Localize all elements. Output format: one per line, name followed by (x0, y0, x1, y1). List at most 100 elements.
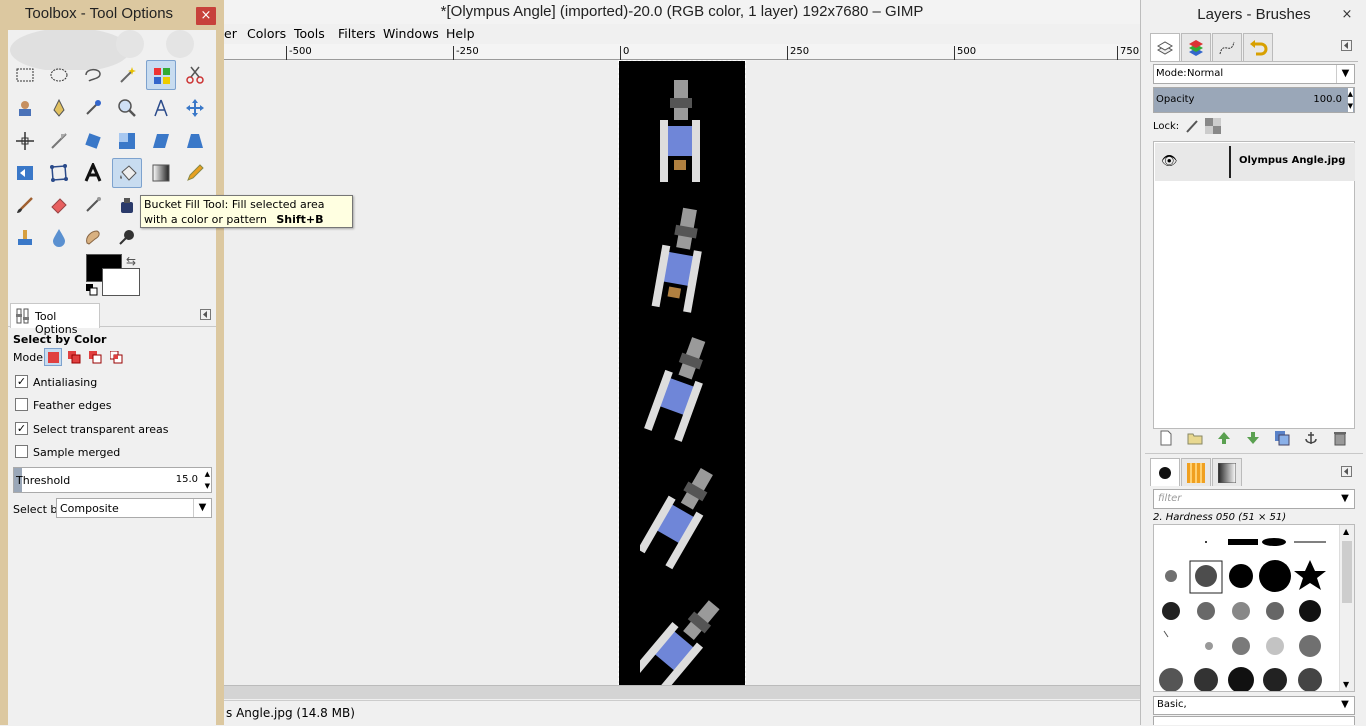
crop-tool[interactable] (44, 126, 74, 156)
free-select-tool[interactable] (78, 60, 108, 90)
tab-undo-history[interactable] (1243, 33, 1273, 61)
foreground-select-tool[interactable] (10, 93, 40, 123)
tab-tool-options[interactable]: Tool Options (10, 303, 100, 336)
spin-up-icon[interactable]: ▲ (1347, 88, 1353, 100)
background-color-swatch[interactable] (102, 268, 140, 296)
ruler-tick: -500 (286, 46, 312, 60)
mode-replace-button[interactable] (44, 348, 62, 366)
text-tool[interactable] (78, 158, 108, 188)
opacity-spinner[interactable]: Opacity 100.0 ▲ ▼ (1153, 87, 1355, 113)
layer-mode-combo[interactable]: Mode: Normal ▼ (1153, 64, 1355, 84)
ellipse-select-tool[interactable] (44, 60, 74, 90)
menu-tools[interactable]: Tools (294, 26, 325, 41)
menu-help[interactable]: Help (446, 26, 475, 41)
flip-tool[interactable] (10, 158, 40, 188)
cage-transform-tool[interactable] (44, 158, 74, 188)
brush-filter-combo[interactable]: filter ▼ (1153, 489, 1355, 509)
clone-tool[interactable] (10, 222, 40, 252)
feather-edges-label: Feather edges (33, 399, 112, 412)
reset-colors-icon[interactable] (86, 284, 98, 296)
spin-up-icon[interactable]: ▲ (205, 468, 210, 480)
mode-intersect-icon[interactable] (110, 351, 123, 364)
color-picker-tool[interactable] (78, 93, 108, 123)
pencil-tool[interactable] (180, 158, 210, 188)
new-layer-group-icon[interactable] (1187, 430, 1203, 446)
spin-down-icon[interactable]: ▼ (1347, 100, 1353, 112)
scale-tool[interactable] (112, 126, 142, 156)
scissors-select-tool[interactable] (180, 60, 210, 90)
tab-gradients[interactable] (1212, 458, 1242, 486)
threshold-spinner[interactable]: Threshold 15.0 ▲ ▼ (13, 467, 212, 493)
mode-subtract-icon[interactable] (89, 351, 102, 364)
new-layer-icon[interactable] (1158, 430, 1174, 446)
select-by-color-tool[interactable] (146, 60, 176, 90)
scroll-up-icon[interactable]: ▲ (1343, 527, 1349, 536)
antialiasing-checkbox[interactable]: ✓ (15, 375, 28, 388)
layer-mode-value: Normal (1187, 68, 1224, 79)
move-tool[interactable] (180, 93, 210, 123)
select-by-combo[interactable]: Composite ▼ (56, 498, 212, 518)
menu-filters[interactable]: Filters (338, 26, 375, 41)
paintbrush-tool[interactable] (10, 190, 40, 220)
horizontal-ruler[interactable]: -500 -250 0 250 500 750 (224, 44, 1140, 60)
menu-colors[interactable]: Colors (247, 26, 286, 41)
ruler-tick: 500 (954, 46, 976, 60)
shear-tool[interactable] (146, 126, 176, 156)
tab-brushes[interactable] (1150, 458, 1180, 486)
measure-tool[interactable] (146, 93, 176, 123)
eye-icon[interactable]: 👁 (1161, 154, 1178, 169)
fuzzy-select-tool[interactable] (112, 60, 142, 90)
paths-tool[interactable] (44, 93, 74, 123)
airbrush-tool[interactable] (78, 190, 108, 220)
raise-layer-icon[interactable] (1216, 430, 1232, 446)
lock-alpha-icon[interactable] (1205, 118, 1221, 134)
swap-colors-icon[interactable]: ⇆ (126, 254, 136, 268)
anchor-layer-icon[interactable] (1303, 430, 1319, 446)
mode-add-icon[interactable] (68, 351, 81, 364)
spin-down-icon[interactable]: ▼ (205, 480, 210, 492)
menu-view-partial[interactable]: er (224, 26, 237, 41)
panel-menu-icon[interactable] (200, 309, 211, 320)
lock-pixels-icon[interactable] (1184, 118, 1200, 134)
layers-panel-menu-icon[interactable] (1341, 40, 1352, 51)
smudge-tool[interactable] (78, 222, 108, 252)
toolbox-close-button[interactable]: × (196, 7, 216, 25)
rotate-icon (85, 133, 101, 149)
dodge-burn-tool[interactable] (112, 222, 142, 252)
tab-patterns[interactable] (1181, 458, 1211, 486)
layer-row[interactable]: 👁 Olympus Angle.jpg (1155, 143, 1355, 181)
brush-tag-combo[interactable]: Basic, ▼ (1153, 696, 1355, 715)
lower-layer-icon[interactable] (1245, 430, 1261, 446)
menu-windows[interactable]: Windows (383, 26, 439, 41)
delete-layer-icon[interactable] (1332, 430, 1348, 446)
brushes-scrollbar[interactable]: ▲ ▼ (1339, 525, 1354, 691)
sample-merged-checkbox[interactable] (15, 445, 28, 458)
brushes-grid[interactable]: ▲ ▼ (1153, 524, 1355, 692)
brushes-panel-menu-icon[interactable] (1341, 466, 1352, 477)
alignment-tool[interactable] (10, 126, 40, 156)
tab-layers[interactable] (1150, 33, 1180, 61)
select-transparent-checkbox[interactable]: ✓ (15, 422, 28, 435)
rotate-tool[interactable] (78, 126, 108, 156)
rect-select-tool[interactable] (10, 60, 40, 90)
layers-list[interactable]: 👁 Olympus Angle.jpg (1153, 141, 1355, 429)
horizontal-scrollbar[interactable] (224, 685, 1140, 699)
feather-edges-checkbox[interactable] (15, 398, 28, 411)
tab-channels[interactable] (1181, 33, 1211, 61)
image-canvas[interactable] (618, 60, 746, 696)
ink-tool[interactable] (112, 190, 142, 220)
perspective-tool[interactable] (180, 126, 210, 156)
scroll-thumb[interactable] (1342, 541, 1352, 603)
eraser-tool[interactable] (44, 190, 74, 220)
bucket-fill-tool[interactable] (112, 158, 142, 188)
blur-tool[interactable] (44, 222, 74, 252)
dock-close-button[interactable]: × (1337, 6, 1357, 24)
scroll-down-icon[interactable]: ▼ (1343, 680, 1349, 689)
tab-paths[interactable] (1212, 33, 1242, 61)
scalpel-icon (51, 133, 67, 149)
canvas-area[interactable] (224, 60, 1140, 696)
duplicate-layer-icon[interactable] (1274, 430, 1290, 446)
zoom-tool[interactable] (112, 93, 142, 123)
blend-tool[interactable] (146, 158, 176, 188)
brush-spacing-slider[interactable] (1153, 716, 1355, 725)
